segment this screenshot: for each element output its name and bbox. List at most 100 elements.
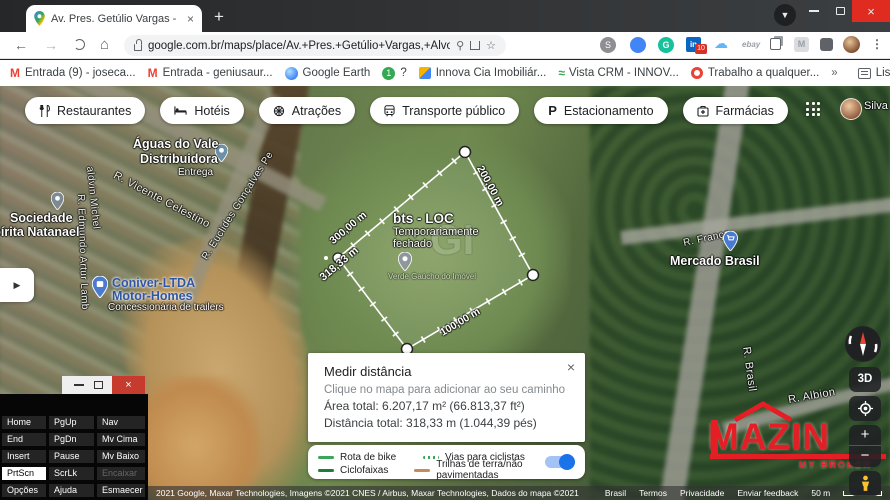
- maps-pin-favicon: [34, 11, 45, 26]
- copy-pages-extension-icon[interactable]: [770, 38, 781, 50]
- osk-close-button[interactable]: ×: [112, 376, 145, 394]
- osk-key-pgdn[interactable]: PgDn: [49, 433, 94, 446]
- osk-key-nav[interactable]: Nav: [97, 416, 145, 429]
- closed-place-pin-icon[interactable]: [398, 252, 412, 271]
- tab-close-icon[interactable]: ×: [187, 12, 194, 26]
- coniver-pin-icon[interactable]: [92, 276, 108, 298]
- osk-maximize-icon[interactable]: [94, 381, 103, 389]
- bookmarks-overflow-chevron[interactable]: »: [831, 67, 837, 79]
- place-aguas-line1[interactable]: Águas do Vale: [133, 137, 218, 151]
- bookmark-google-earth[interactable]: Google Earth: [284, 66, 370, 80]
- side-panel-expand-button[interactable]: ▶: [0, 268, 34, 302]
- bookmark-star-icon[interactable]: ☆: [486, 39, 496, 52]
- extensions-puzzle-icon[interactable]: [820, 38, 833, 51]
- bike-layer-toggle[interactable]: [545, 454, 575, 470]
- osk-key-pause[interactable]: Pause: [49, 450, 94, 463]
- browser-menu-icon[interactable]: ⋮: [871, 37, 883, 51]
- attribution-text: 2021 Google, Maxar Technologies, Imagens…: [156, 488, 579, 498]
- m-extension-icon[interactable]: M: [794, 37, 809, 52]
- 3d-button[interactable]: 3D: [849, 367, 881, 392]
- zoom-out-button[interactable]: −: [849, 446, 881, 467]
- mercado-pin-icon[interactable]: [723, 231, 738, 251]
- place-coniver-line1[interactable]: Coniver-LTDA: [112, 276, 195, 290]
- chip-transporte[interactable]: Transporte público: [370, 97, 520, 124]
- measure-vertex-right[interactable]: [526, 268, 540, 282]
- blue-extension-icon[interactable]: [630, 37, 646, 53]
- skype-extension-icon[interactable]: S: [600, 37, 616, 53]
- osk-key-pgup[interactable]: PgUp: [49, 416, 94, 429]
- reading-list[interactable]: Lista de leitura: [857, 67, 890, 79]
- osk-key-prtscn[interactable]: PrtScn: [2, 467, 46, 480]
- osk-titlebar[interactable]: ×: [62, 376, 145, 394]
- install-icon[interactable]: [470, 41, 481, 50]
- address-bar[interactable]: google.com.br/maps/place/Av.+Pres.+Getúl…: [124, 35, 506, 56]
- bookmark-question[interactable]: 1?: [382, 66, 407, 80]
- place-aguas-line2: Distribuidora: [140, 152, 218, 166]
- osk-key-mvbaixo[interactable]: Mv Baixo: [97, 450, 145, 463]
- bookmark-gmail-2[interactable]: M Entrada - geniusaur...: [148, 66, 273, 80]
- my-location-icon: [857, 401, 873, 416]
- chip-farmacias[interactable]: Farmácias: [682, 97, 788, 124]
- back-button[interactable]: ←: [14, 36, 28, 54]
- zoom-control: + −: [849, 425, 881, 467]
- chip-atracoes[interactable]: Atrações: [258, 97, 356, 124]
- new-tab-button[interactable]: +: [214, 8, 224, 25]
- osk-minimize-icon[interactable]: [74, 384, 84, 386]
- bookmark-innova[interactable]: Innova Cia Imobiliár...: [418, 67, 546, 79]
- forward-button[interactable]: →: [44, 36, 58, 54]
- compass-control[interactable]: [845, 326, 881, 362]
- attribution-link-feedback[interactable]: Enviar feedback: [737, 488, 798, 498]
- osk-key-insert[interactable]: Insert: [2, 450, 46, 463]
- reload-button[interactable]: [74, 39, 85, 50]
- grammarly-extension-icon[interactable]: G: [658, 37, 674, 53]
- window-minimize-button[interactable]: [802, 0, 826, 22]
- osk-key-encaixar[interactable]: Encaixar: [97, 467, 145, 480]
- red-circle-icon: [690, 67, 703, 79]
- place-sociedade-line1[interactable]: Sociedade: [10, 211, 73, 225]
- innova-icon: [418, 67, 431, 79]
- osk-key-scrlk[interactable]: ScrLk: [49, 467, 94, 480]
- profile-avatar[interactable]: [843, 36, 860, 53]
- home-button[interactable]: ⌂: [100, 36, 109, 54]
- browser-tab[interactable]: Av. Pres. Getúlio Vargas - Google ×: [26, 5, 202, 32]
- pharmacy-icon: [696, 105, 709, 117]
- osk-key-mvcima[interactable]: Mv Cima: [97, 433, 145, 446]
- apps-grid-icon[interactable]: [806, 102, 821, 117]
- maps-account-avatar[interactable]: [840, 98, 862, 120]
- attribution-link-termos[interactable]: Termos: [639, 488, 667, 498]
- ebay-extension-icon[interactable]: ebay: [742, 40, 760, 49]
- osk-key-end[interactable]: End: [2, 433, 46, 446]
- window-close-button[interactable]: ×: [852, 0, 890, 22]
- chip-hoteis[interactable]: Hotéis: [160, 97, 244, 124]
- chip-estacionamento[interactable]: P Estacionamento: [534, 97, 668, 124]
- sociedade-pin-icon[interactable]: [51, 192, 64, 210]
- photo-watermark: Verde Gaúcho do Imóvel: [388, 272, 477, 281]
- gmail-icon: M: [147, 66, 158, 80]
- bookmark-gmail-1[interactable]: M Entrada (9) - joseca...: [10, 66, 136, 80]
- osk-key-ajuda[interactable]: Ajuda: [49, 484, 94, 497]
- osk-key-esmaecer[interactable]: Esmaecer: [97, 484, 145, 497]
- bookmark-vista-crm[interactable]: ≈ Vista CRM - INNOV...: [558, 66, 679, 80]
- window-restore-button[interactable]: [828, 0, 852, 22]
- legend-label: Rota de bike: [340, 451, 397, 463]
- chip-restaurantes[interactable]: Restaurantes: [25, 97, 146, 124]
- measure-distance-total: Distância total: 318,33 m (1.044,39 pés): [324, 416, 537, 430]
- map-pin-icon[interactable]: ⚲: [456, 39, 464, 52]
- tab-search-icon[interactable]: ▼: [774, 4, 796, 26]
- attribution-link-privacidade[interactable]: Privacidade: [680, 488, 724, 498]
- measure-vertex-top[interactable]: [458, 145, 472, 159]
- place-sociedade-line2: Espírita Natanael: [0, 225, 80, 239]
- place-mercado[interactable]: Mercado Brasil: [670, 254, 760, 268]
- my-location-button[interactable]: [849, 396, 881, 421]
- on-screen-keyboard: Home PgUp Nav End PgDn Mv Cima Insert Pa…: [0, 394, 148, 500]
- satellite-map[interactable]: 300,00 m 200,00 m 100,00 m 318,33 m bts …: [0, 86, 890, 500]
- bookmark-trabalho[interactable]: Trabalho a qualquer...: [690, 67, 819, 79]
- tab-title: Av. Pres. Getúlio Vargas - Google: [51, 12, 179, 25]
- osk-key-home[interactable]: Home: [2, 416, 46, 429]
- zoom-in-button[interactable]: +: [849, 425, 881, 446]
- panel-close-icon[interactable]: ×: [567, 359, 575, 375]
- attribution-link-brasil[interactable]: Brasil: [605, 488, 626, 498]
- pegman-control[interactable]: [849, 471, 881, 496]
- osk-key-opcoes[interactable]: Opções: [2, 484, 46, 497]
- cloud-extension-icon[interactable]: ☁: [714, 35, 728, 52]
